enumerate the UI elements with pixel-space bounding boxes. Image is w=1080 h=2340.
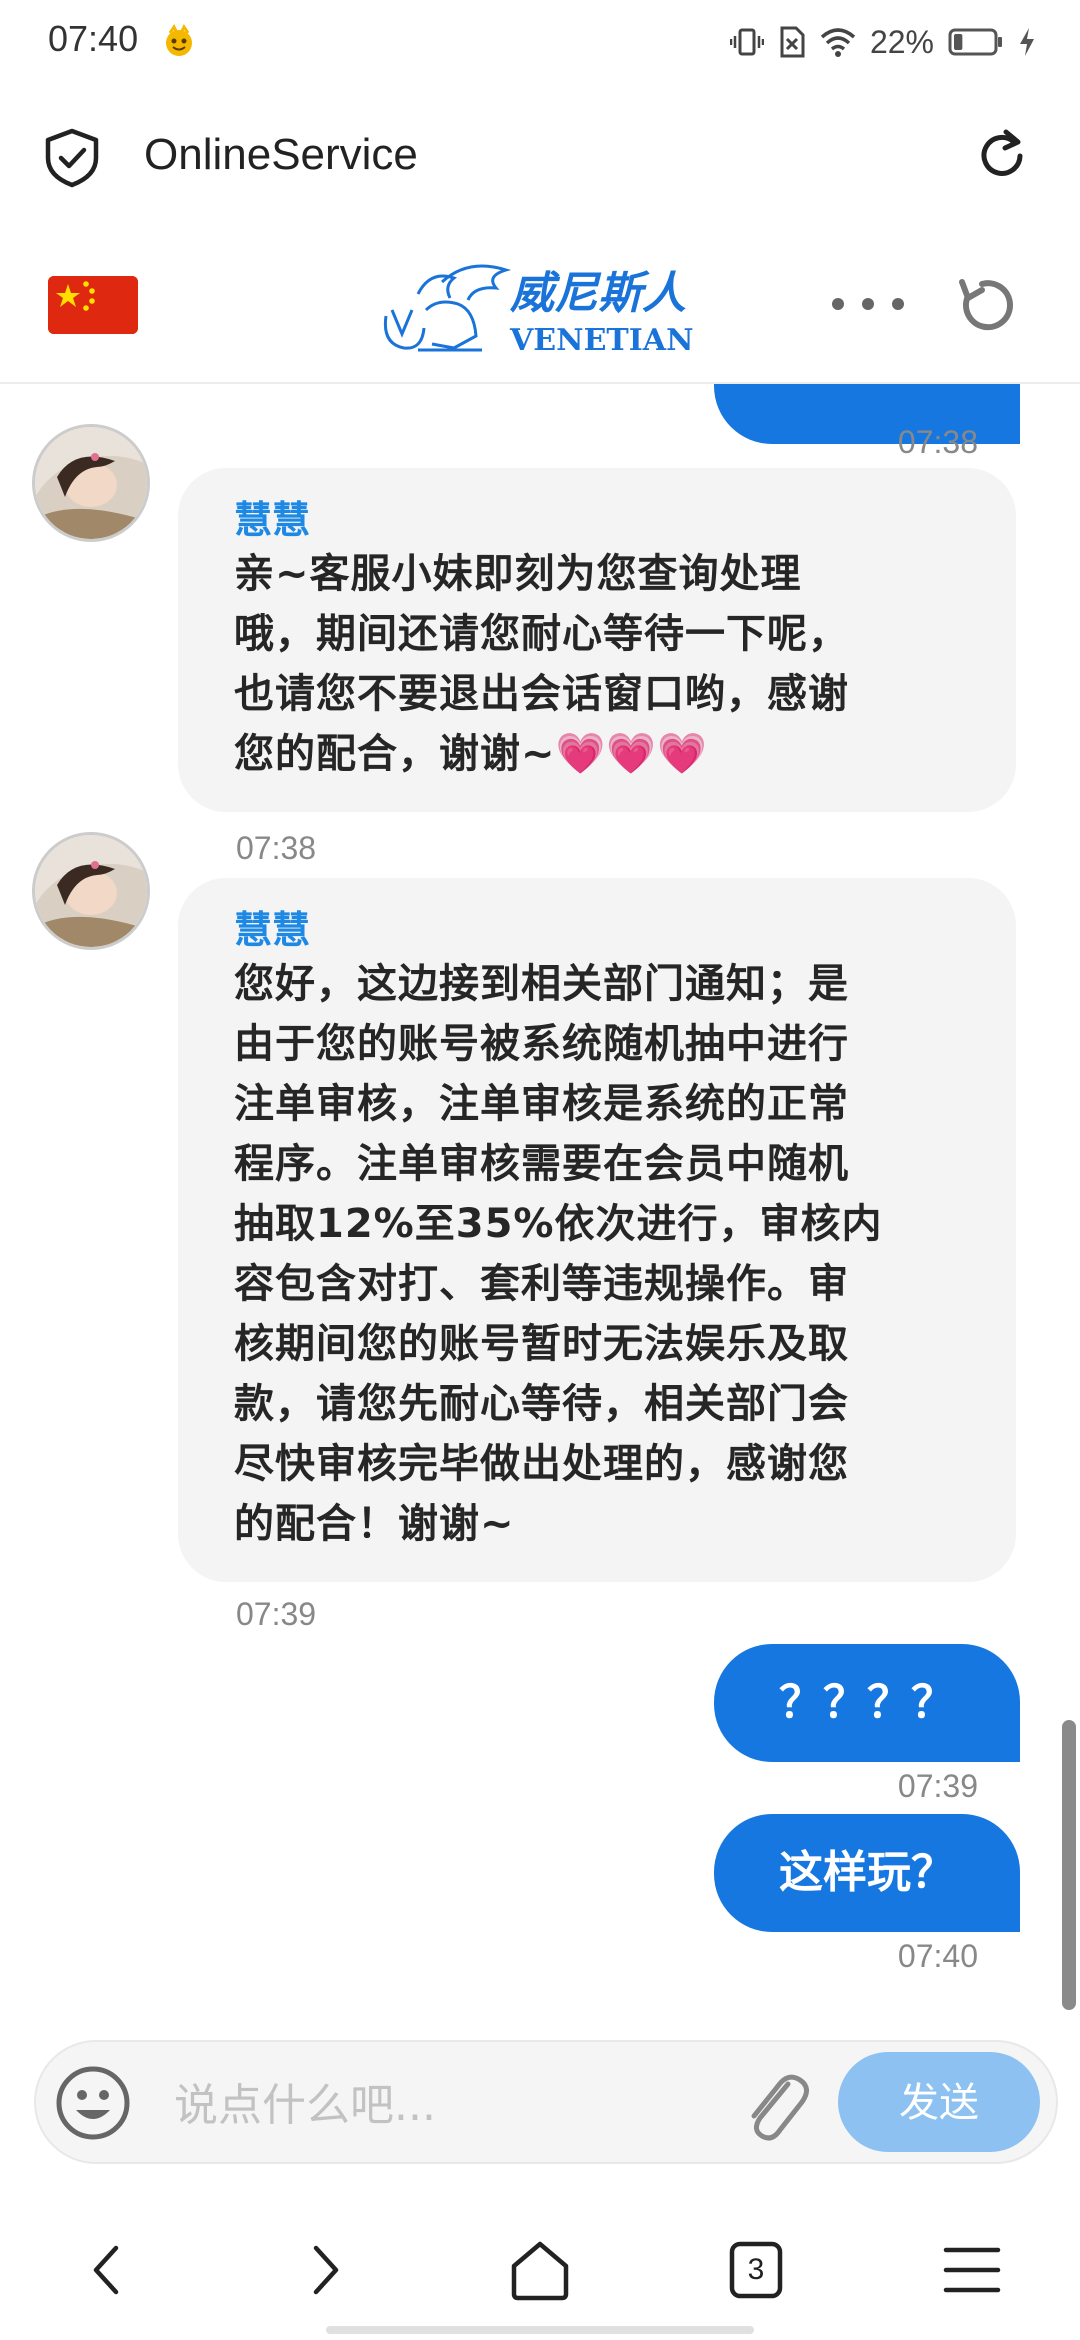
emoji-icon[interactable]: [54, 2064, 132, 2142]
battery-icon: [948, 28, 1002, 56]
refresh-icon[interactable]: [954, 274, 1018, 338]
tabs-icon[interactable]: 3: [720, 2234, 792, 2306]
page-title: OnlineService: [144, 130, 418, 179]
bottom-navigation: 3: [0, 2220, 1080, 2320]
message-bubble-incoming[interactable]: 慧慧 亲~客服小妹即刻为您查询处理 哦，期间还请您耐心等待一下呢， 也请您不要退…: [178, 468, 1016, 812]
sender-name: 慧慧: [234, 908, 311, 952]
forward-icon[interactable]: [288, 2234, 360, 2306]
battery-percent: 22%: [869, 23, 934, 60]
no-sim-icon: [780, 26, 805, 58]
site-header: 威尼斯人 VENETIAN: [0, 240, 1080, 384]
message-text: 亲~客服小妹即刻为您查询处理 哦，期间还请您耐心等待一下呢， 也请您不要退出会话…: [234, 551, 849, 777]
reload-icon[interactable]: [972, 126, 1032, 186]
message-time: 07:38: [897, 424, 978, 460]
status-time: 07:40: [48, 18, 139, 59]
logo-chinese-text: 威尼斯人: [509, 268, 686, 319]
logo-english-text: VENETIAN: [509, 323, 694, 358]
app-notification-icon: [166, 24, 192, 56]
message-time: 07:39: [236, 1596, 317, 1632]
message-bubble-outgoing[interactable]: ？？？？: [714, 1644, 1020, 1762]
back-icon[interactable]: [72, 2234, 144, 2306]
browser-toolbar: OnlineService: [0, 100, 1080, 220]
home-indicator: [326, 2326, 754, 2334]
message-time: 07:39: [897, 1768, 978, 1804]
china-flag-icon[interactable]: [48, 276, 138, 334]
agent-avatar[interactable]: [32, 832, 150, 950]
message-composer: 发送: [34, 2040, 1058, 2164]
sender-name: 慧慧: [234, 498, 311, 542]
more-icon[interactable]: [828, 294, 908, 314]
agent-avatar[interactable]: [32, 424, 150, 542]
venetian-logo[interactable]: 威尼斯人 VENETIAN: [378, 258, 702, 362]
shield-check-icon[interactable]: [44, 128, 100, 188]
tab-count: 3: [747, 2253, 765, 2286]
home-icon[interactable]: [504, 2234, 576, 2306]
chat-scrollbar[interactable]: [1062, 1720, 1076, 2010]
vibrate-icon: [729, 28, 764, 56]
message-time: 07:40: [897, 1938, 978, 1974]
charging-icon: [1020, 28, 1034, 56]
chat-messages[interactable]: 07:38 慧慧 亲~客服小妹即刻为您查询处理 哦，期间还请您耐心等待一下呢， …: [0, 384, 1080, 2024]
send-button[interactable]: 发送: [838, 2052, 1040, 2152]
message-input[interactable]: [172, 2066, 746, 2144]
status-bar: 07:40 22%: [0, 0, 1080, 84]
attachment-icon[interactable]: [736, 2062, 812, 2146]
message-bubble-incoming[interactable]: 慧慧 您好，这边接到相关部门通知；是 由于您的账号被系统随机抽中进行 注单审核，…: [178, 878, 1016, 1582]
menu-icon[interactable]: [936, 2234, 1008, 2306]
wifi-icon: [820, 28, 856, 57]
message-text: 您好，这边接到相关部门通知；是 由于您的账号被系统随机抽中进行 注单审核，注单审…: [234, 961, 883, 1547]
message-time: 07:38: [236, 830, 317, 866]
message-bubble-outgoing[interactable]: 这样玩？: [714, 1814, 1020, 1932]
